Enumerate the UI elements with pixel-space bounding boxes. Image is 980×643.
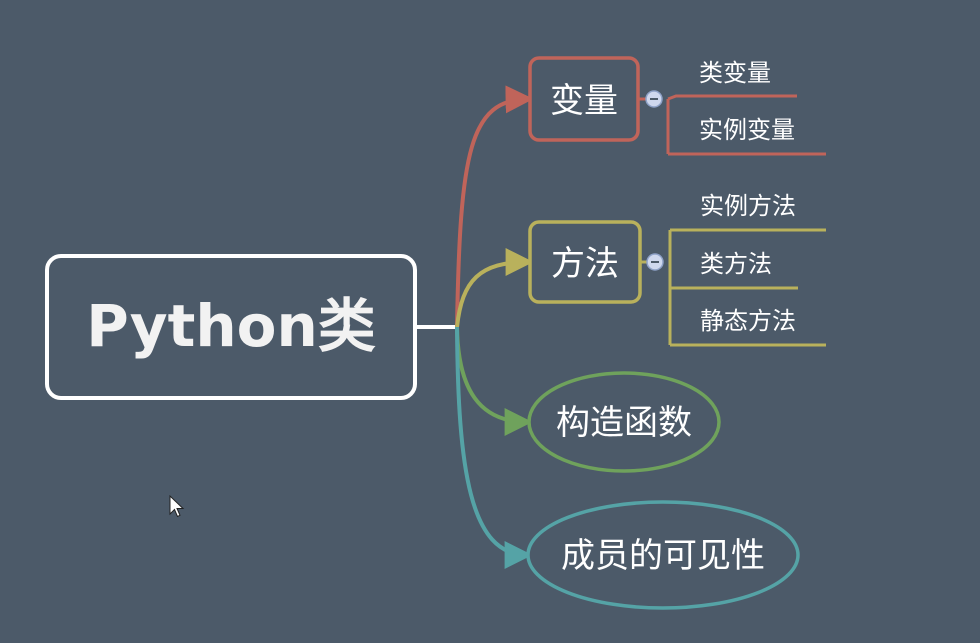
root-node-label: Python类 xyxy=(86,292,376,360)
branch-variables[interactable]: 变量 xyxy=(528,56,640,142)
edge-constructor xyxy=(455,326,533,436)
branch-methods-label: 方法 xyxy=(551,244,619,284)
edge-variables xyxy=(455,85,534,328)
branch-visibility[interactable]: 成员的可见性 xyxy=(526,500,800,610)
leaf-class-variable[interactable]: 类变量 xyxy=(699,59,771,87)
mindmap-canvas: Python类 变量 类变量 实例变量 方法 实例方法 类方法 静态方法 构造函… xyxy=(45,56,826,610)
branch-variables-label: 变量 xyxy=(550,81,618,121)
leaf-static-method[interactable]: 静态方法 xyxy=(700,307,796,335)
collapse-variables-button[interactable] xyxy=(645,90,663,108)
mouse-cursor-icon xyxy=(169,494,185,518)
branch-constructor[interactable]: 构造函数 xyxy=(527,371,721,473)
edge-methods xyxy=(455,248,534,328)
leaf-instance-method[interactable]: 实例方法 xyxy=(700,192,796,220)
branch-constructor-label: 构造函数 xyxy=(556,403,692,443)
branch-methods[interactable]: 方法 xyxy=(528,220,642,304)
leaf-class-method[interactable]: 类方法 xyxy=(700,250,772,278)
collapse-methods-button[interactable] xyxy=(646,253,664,271)
branch-visibility-label: 成员的可见性 xyxy=(561,536,765,576)
leaf-instance-variable[interactable]: 实例变量 xyxy=(699,116,795,144)
edge-visibility xyxy=(455,326,533,569)
root-node[interactable]: Python类 xyxy=(45,254,417,400)
